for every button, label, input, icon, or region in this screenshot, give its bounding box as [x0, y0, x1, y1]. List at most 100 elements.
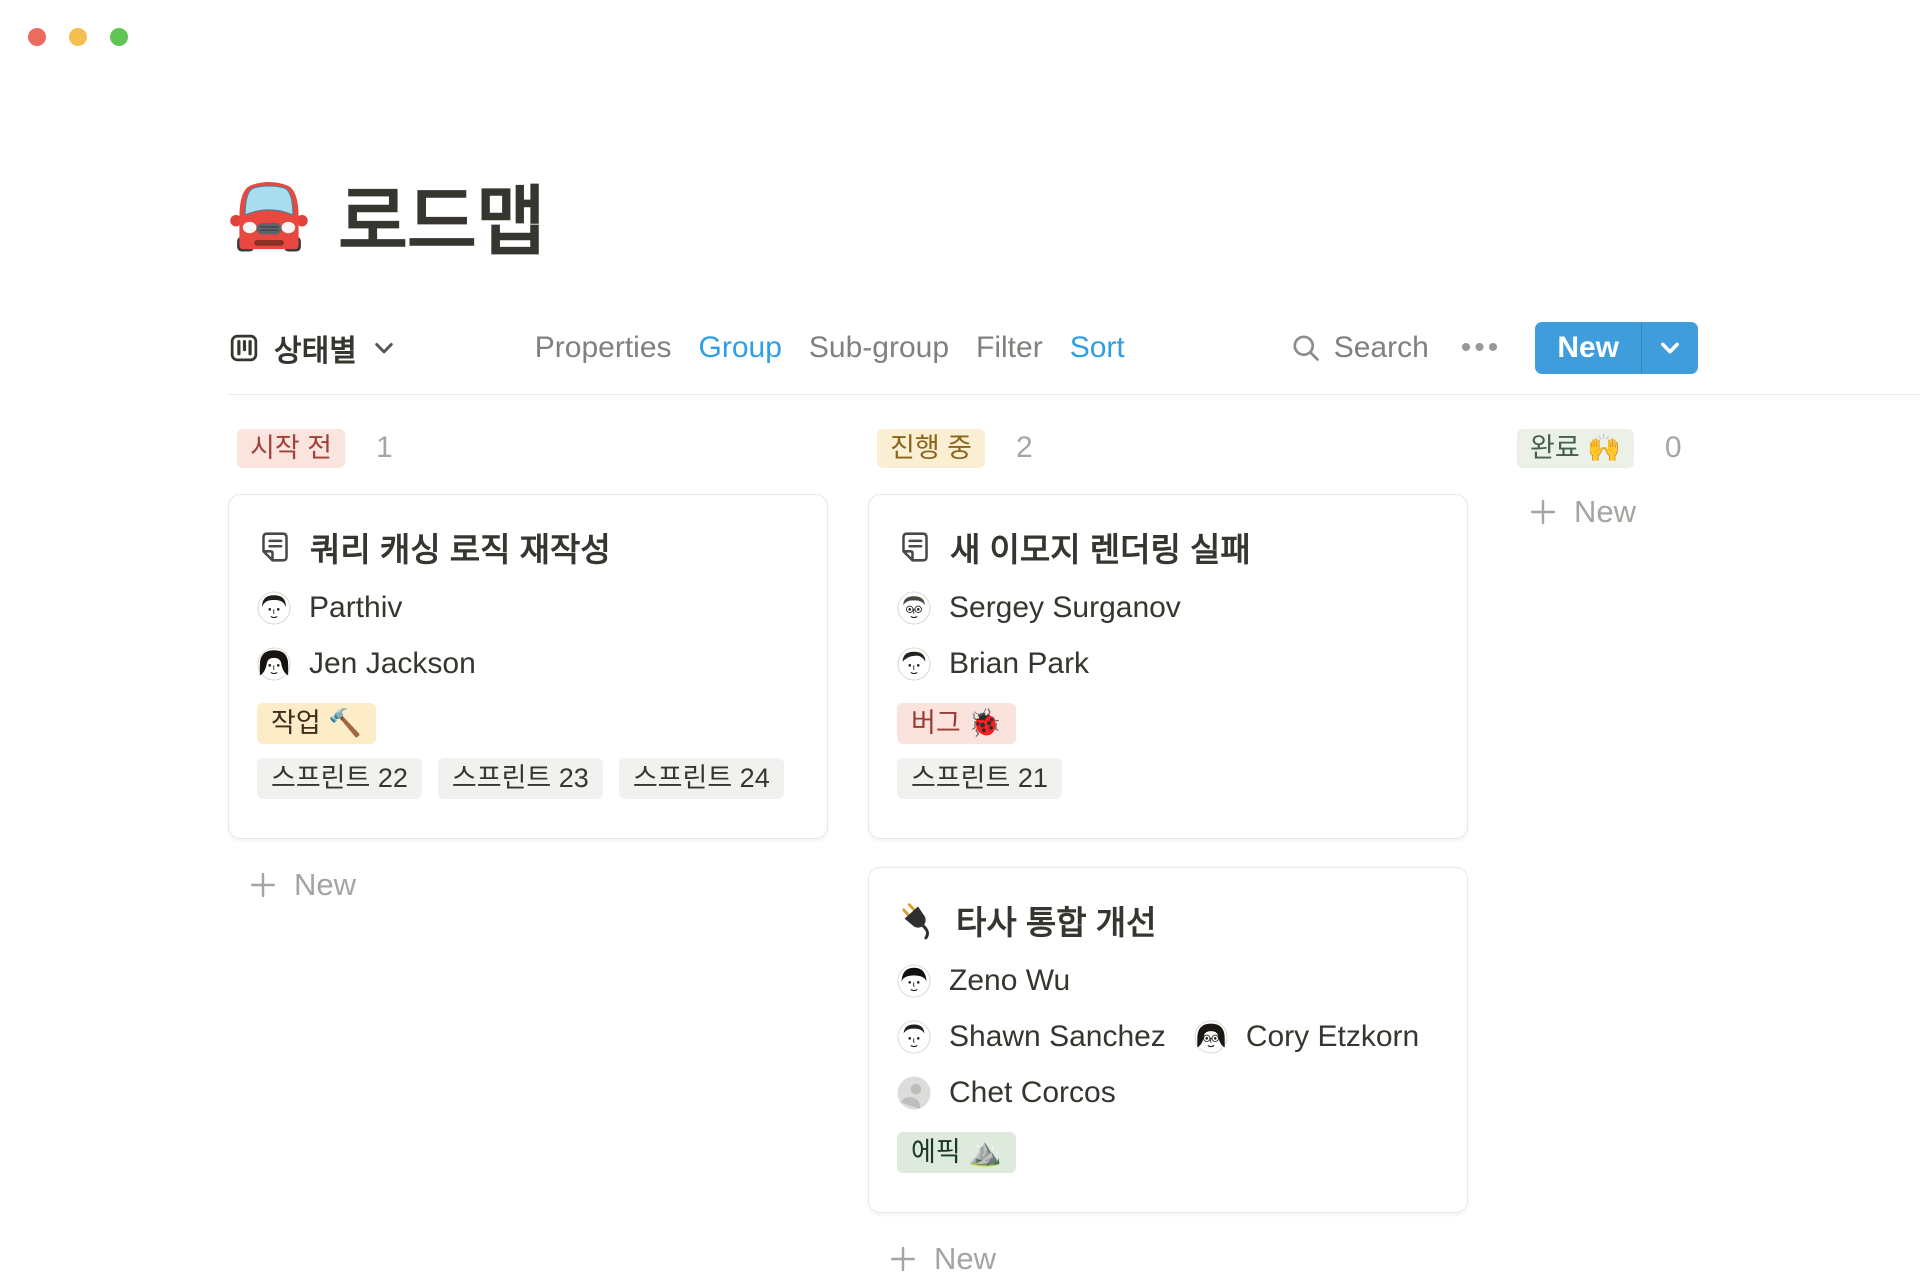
add-new-card-label: New — [1574, 494, 1636, 530]
card-people-row: Jen Jackson — [257, 647, 797, 681]
toolbar-menu-sort[interactable]: Sort — [1070, 331, 1125, 365]
card-tag-row: 스프린트 22 스프린트 23 스프린트 24 — [257, 758, 797, 799]
view-selector[interactable]: 상태별 — [228, 326, 397, 370]
plus-icon — [888, 1244, 918, 1274]
card-tag-row: 작업 🔨 — [257, 703, 797, 744]
minimize-window-button[interactable] — [69, 28, 87, 46]
new-dropdown-button[interactable] — [1642, 322, 1698, 374]
tag-badge: 스프린트 24 — [619, 758, 784, 799]
zoom-window-button[interactable] — [110, 28, 128, 46]
avatar — [897, 591, 931, 625]
search-button[interactable]: Search — [1290, 331, 1429, 365]
tag-badge: 버그 🐞 — [897, 703, 1016, 744]
document-page-icon — [897, 529, 933, 565]
card-title: 타사 통합 개선 — [956, 896, 1157, 944]
card-people-row: Chet Corcos — [897, 1076, 1437, 1110]
column-header: 진행 중 2 — [877, 428, 1468, 468]
add-new-card-label: New — [934, 1241, 996, 1277]
toolbar-menu-group[interactable]: Group — [699, 331, 782, 365]
card-tag-row: 버그 🐞 — [897, 703, 1437, 744]
search-label: Search — [1334, 331, 1429, 365]
avatar — [897, 964, 931, 998]
document-page-icon — [257, 529, 293, 565]
person: Sergey Surganov — [897, 591, 1181, 625]
person: Zeno Wu — [897, 964, 1070, 998]
view-selector-label: 상태별 — [274, 326, 357, 370]
toolbar-actions: Properties Group Sub-group Filter Sort Searc… — [508, 322, 1698, 374]
board-card[interactable]: 타사 통합 개선 Zeno Wu Shawn Sanchez Cory Etzk… — [868, 867, 1468, 1213]
plus-icon — [1528, 497, 1558, 527]
board-view-icon — [228, 332, 260, 364]
plug-emoji-icon — [897, 899, 939, 941]
board-column-1: 진행 중 2 새 이모지 렌더링 실패 Sergey Surganov Brian… — [868, 428, 1468, 1277]
person: Jen Jackson — [257, 647, 476, 681]
card-people-row: Zeno Wu — [897, 964, 1437, 998]
board-card[interactable]: 새 이모지 렌더링 실패 Sergey Surganov Brian Park 버… — [868, 494, 1468, 839]
board-column-0: 시작 전 1 쿼리 캐싱 로직 재작성 Parthiv Jen Jackson 작업… — [228, 428, 828, 903]
card-people-row: Parthiv — [257, 591, 797, 625]
card-title: 새 이모지 렌더링 실패 — [950, 523, 1251, 571]
card-title: 쿼리 캐싱 로직 재작성 — [310, 523, 611, 571]
page-header: 로드맵 — [228, 160, 545, 270]
board-card[interactable]: 쿼리 캐싱 로직 재작성 Parthiv Jen Jackson 작업 🔨 스프린트… — [228, 494, 828, 839]
column-header: 시작 전 1 — [237, 428, 828, 468]
person-name: Cory Etzkorn — [1246, 1020, 1419, 1054]
toolbar-menu-properties[interactable]: Properties — [535, 331, 672, 365]
card-tag-row: 스프린트 21 — [897, 758, 1437, 799]
toolbar-menu-filter[interactable]: Filter — [976, 331, 1043, 365]
person: Cory Etzkorn — [1194, 1020, 1419, 1054]
person: Brian Park — [897, 647, 1089, 681]
avatar — [897, 1020, 931, 1054]
card-title-row: 새 이모지 렌더링 실패 — [897, 523, 1437, 571]
avatar — [257, 647, 291, 681]
column-card-count: 1 — [376, 431, 393, 465]
card-title-row: 타사 통합 개선 — [897, 896, 1437, 944]
add-new-card-button[interactable]: New — [888, 1241, 1468, 1277]
card-people-row: Shawn Sanchez Cory Etzkorn — [897, 1020, 1437, 1054]
avatar — [897, 1076, 931, 1110]
new-button-label[interactable]: New — [1535, 322, 1641, 374]
person-name: Chet Corcos — [949, 1076, 1116, 1110]
person: Chet Corcos — [897, 1076, 1116, 1110]
more-options-button[interactable]: ••• — [1461, 331, 1502, 365]
tag-badge: 스프린트 21 — [897, 758, 1062, 799]
new-button: New — [1535, 322, 1698, 374]
card-people-row: Brian Park — [897, 647, 1437, 681]
tag-badge: 작업 🔨 — [257, 703, 376, 744]
card-tag-row: 에픽 ⛰️ — [897, 1132, 1437, 1173]
board-column-2: 완료 🙌 0 New — [1508, 428, 1920, 530]
add-new-card-button[interactable]: New — [1528, 494, 1920, 530]
plus-icon — [248, 870, 278, 900]
search-icon — [1290, 332, 1322, 364]
window-controls — [28, 28, 128, 46]
page-title[interactable]: 로드맵 — [338, 160, 545, 270]
column-status-badge[interactable]: 시작 전 — [237, 429, 345, 468]
column-status-badge[interactable]: 완료 🙌 — [1517, 429, 1634, 468]
add-new-card-label: New — [294, 867, 356, 903]
tag-badge: 스프린트 22 — [257, 758, 422, 799]
add-new-card-button[interactable]: New — [248, 867, 828, 903]
card-people-row: Sergey Surganov — [897, 591, 1437, 625]
person-name: Parthiv — [309, 591, 402, 625]
avatar — [897, 647, 931, 681]
chevron-down-icon — [371, 335, 397, 361]
card-title-row: 쿼리 캐싱 로직 재작성 — [257, 523, 797, 571]
person: Shawn Sanchez — [897, 1020, 1166, 1054]
toolbar-divider — [228, 394, 1920, 395]
column-card-count: 0 — [1665, 431, 1682, 465]
avatar — [1194, 1020, 1228, 1054]
column-card-count: 2 — [1016, 431, 1033, 465]
person-name: Sergey Surganov — [949, 591, 1181, 625]
person-name: Shawn Sanchez — [949, 1020, 1166, 1054]
column-header: 완료 🙌 0 — [1517, 428, 1920, 468]
person-name: Jen Jackson — [309, 647, 476, 681]
close-window-button[interactable] — [28, 28, 46, 46]
column-status-badge[interactable]: 진행 중 — [877, 429, 985, 468]
toolbar-menu-sub-group[interactable]: Sub-group — [809, 331, 949, 365]
car-emoji-icon[interactable] — [228, 174, 310, 256]
avatar — [257, 591, 291, 625]
person-name: Brian Park — [949, 647, 1089, 681]
person-name: Zeno Wu — [949, 964, 1070, 998]
tag-badge: 스프린트 23 — [438, 758, 603, 799]
tag-badge: 에픽 ⛰️ — [897, 1132, 1016, 1173]
